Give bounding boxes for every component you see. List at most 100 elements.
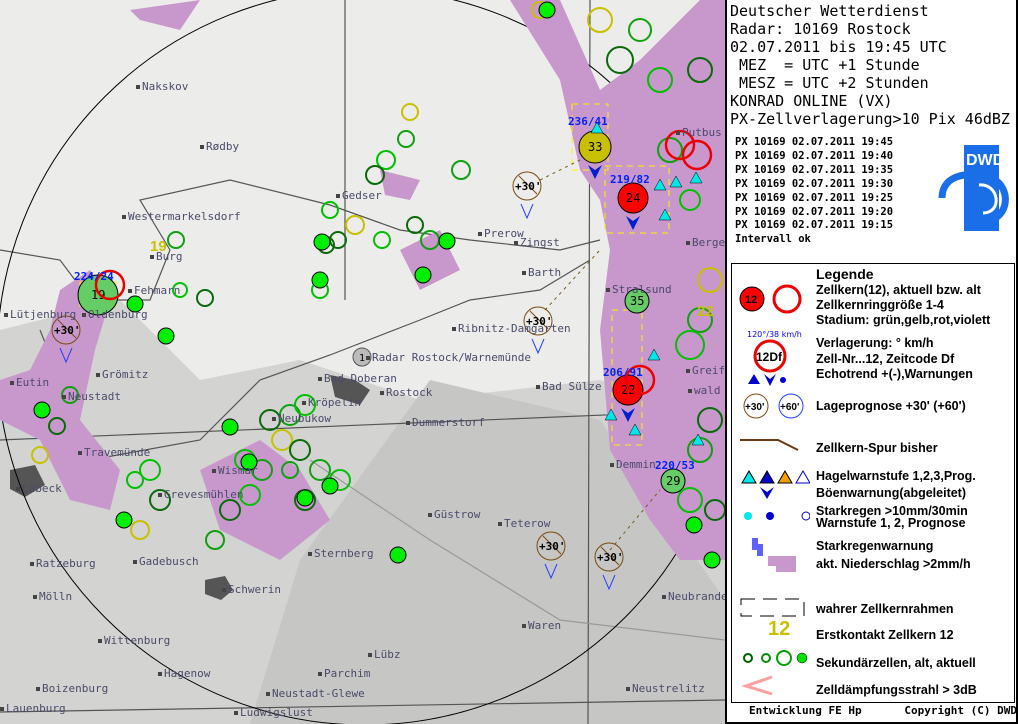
- attenuation-icon: [742, 675, 773, 696]
- info-panel: Deutscher Wetterdienst Radar: 10169 Rost…: [725, 0, 1018, 724]
- secondary-cell: [587, 7, 613, 33]
- secondary-cell: [628, 18, 652, 42]
- place-label: Putbus: [676, 126, 722, 139]
- place-label: Boizenburg: [36, 682, 108, 695]
- cell-core-29: 29: [660, 468, 686, 494]
- place-label: Wismar: [212, 464, 258, 477]
- place-label: Schwerin: [222, 583, 281, 596]
- rain-warning-icon: [752, 538, 796, 572]
- svg-text:+30': +30': [54, 324, 81, 337]
- secondary-cell: [167, 231, 185, 249]
- current-secondary-cell: [296, 489, 314, 507]
- date-time: 02.07.2011 bis 19:45 UTC: [730, 38, 947, 56]
- cell-vector-19: 224/24: [74, 270, 114, 283]
- cell-vector-24: 219/82: [610, 173, 650, 186]
- place-label: Radar Rostock/Warnemünde: [366, 351, 531, 364]
- current-secondary-cell: [685, 516, 703, 534]
- svg-text:12Df: 12Df: [756, 350, 783, 364]
- legend-rain-2: Warnstufe 1, 2, Prognose: [816, 516, 966, 530]
- current-secondary-cell: [414, 266, 432, 284]
- secondary-cell: [345, 215, 365, 235]
- svg-text:+30': +30': [539, 540, 566, 553]
- svg-text:24: 24: [626, 191, 640, 205]
- svg-text:+60': +60': [780, 402, 799, 413]
- place-label: Rødby: [200, 140, 239, 153]
- secondary-cell: [397, 130, 415, 148]
- legend-hail: Hagelwarnstufe 1,2,3,Prog.: [816, 469, 976, 483]
- cell-motion-icon: 12Df: [748, 339, 787, 386]
- place-label: Neustadt: [62, 390, 121, 403]
- secondary-cell: [196, 289, 214, 307]
- svg-text:35: 35: [630, 294, 644, 308]
- radar-site-label: 1: [359, 353, 365, 364]
- current-secondary-cell: [221, 418, 239, 436]
- current-secondary-cell: [438, 232, 456, 250]
- place-label: Dummerstorf: [406, 416, 485, 429]
- place-label: Grevesmühlen: [158, 488, 243, 501]
- legend-motion-2: Zell-Nr...12, Zeitcode Df: [816, 352, 955, 366]
- heavy-rain-icons: [744, 511, 810, 521]
- place-label: Sternberg: [308, 547, 374, 560]
- current-secondary-cell: [313, 233, 331, 251]
- product-item: PX 10169 02.07.2011 19:20: [735, 205, 894, 218]
- radar-name: Radar: 10169 Rostock: [730, 20, 911, 38]
- legend-motion-1: Verlagerung: ° km/h: [816, 336, 934, 350]
- place-label: Neustadt-Glewe: [266, 687, 365, 700]
- cell-frame-icon: [740, 598, 805, 617]
- product-item: PX 10169 02.07.2011 19:30: [735, 177, 894, 190]
- place-label: Greifs-: [686, 364, 725, 377]
- legend-attenuation: Zelldämpfungsstrahl > 3dB: [816, 683, 977, 697]
- secondary-cell: [406, 216, 424, 234]
- agency-title: Deutscher Wetterdienst: [730, 2, 929, 20]
- place-label: Eutin: [10, 376, 49, 389]
- current-secondary-cell: [157, 327, 175, 345]
- cell-vector-29: 220/53: [655, 459, 695, 472]
- legend-title: Legende: [816, 266, 874, 282]
- place-label: wald: [688, 384, 721, 397]
- legend-secondary: Sekundärzellen, alt, aktuell: [816, 656, 976, 670]
- legend: Legende 12 Zellkern(12), aktuell bzw. al…: [731, 263, 1015, 703]
- place-label: Mölln: [33, 590, 72, 603]
- place-label: Zingst: [514, 236, 560, 249]
- place-label: Güstrow: [428, 508, 480, 521]
- place-label: Ribnitz-Damgarten: [452, 322, 571, 335]
- secondary-cell: [606, 46, 634, 74]
- place-label: Lübz: [368, 648, 401, 661]
- product-item: PX 10169 02.07.2011 19:40: [735, 149, 894, 162]
- footer-development: Entwicklung FE Hp: [749, 704, 862, 717]
- current-secondary-cell: [311, 271, 329, 289]
- product-item: PX 10169 02.07.2011 19:15: [735, 219, 894, 232]
- current-secondary-cell: [389, 546, 407, 564]
- place-label: Neubukow: [272, 412, 331, 425]
- place-label: Wittenburg: [98, 634, 170, 647]
- current-secondary-cell: [321, 477, 339, 495]
- place-label: Grömitz: [96, 368, 148, 381]
- product-item: PX 10169 02.07.2011 19:25: [735, 191, 894, 204]
- place-label: Kröpelin: [302, 396, 361, 409]
- radar-map[interactable]: +30' +30' +30' +30' +30' 33 24 22 35 29 19 1 Naks…: [0, 0, 725, 724]
- svg-text:33: 33: [588, 140, 602, 154]
- product-item: PX 10169 02.07.2011 19:45: [735, 136, 894, 148]
- legend-forecast: Lageprognose +30' (+60'): [816, 399, 966, 413]
- dwd-logo: DWD: [938, 145, 1009, 231]
- svg-text:+30': +30': [597, 551, 624, 564]
- cell-core-icon: 12: [739, 284, 802, 314]
- place-label: Ratzeburg: [30, 557, 96, 570]
- place-label: Gadebusch: [133, 555, 199, 568]
- legend-frame: wahrer Zellkernrahmen: [816, 602, 954, 616]
- place-label: Ludwigslust: [234, 706, 313, 719]
- place-label: Nakskov: [136, 80, 188, 93]
- legend-first-contact: Erstkontakt Zellkern 12: [816, 628, 954, 642]
- legend-core-1: Zellkern(12), aktuell bzw. alt: [816, 283, 981, 297]
- place-label: Oldenburg: [82, 308, 148, 321]
- secondary-cell: [373, 231, 391, 249]
- forecast-icon: +30' +60': [743, 393, 804, 419]
- logo-text: DWD: [966, 152, 1004, 169]
- first-contact-icon: 12: [768, 618, 791, 640]
- map-graphics: +30'+30'+30'+30'+30' 332422352919 1: [0, 0, 725, 724]
- place-label: Barth: [522, 266, 561, 279]
- cell-vector-33: 236/41: [568, 115, 608, 128]
- current-secondary-cell: [538, 1, 556, 19]
- place-label: Hagenow: [158, 667, 210, 680]
- product-list: PX 10169 02.07.2011 19:45 PX 10169 02.07…: [735, 136, 893, 247]
